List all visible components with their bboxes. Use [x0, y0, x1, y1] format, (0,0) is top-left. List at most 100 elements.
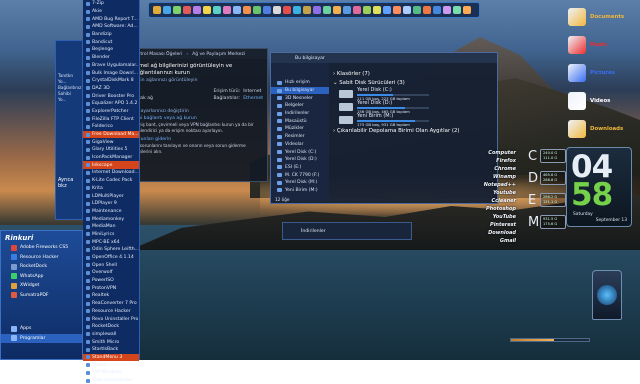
- toolbar-app-icon[interactable]: [393, 6, 401, 14]
- toolbar-app-icon[interactable]: [283, 6, 291, 14]
- program-item[interactable]: Overwolf: [83, 269, 139, 277]
- program-item[interactable]: Mediamonkey: [83, 215, 139, 223]
- toolbar-app-icon[interactable]: [453, 6, 461, 14]
- toolbar-app-icon[interactable]: [293, 6, 301, 14]
- toolbar-app-icon[interactable]: [383, 6, 391, 14]
- program-item[interactable]: PowerISO: [83, 277, 139, 285]
- program-item[interactable]: LDMultiPlayer: [83, 192, 139, 200]
- explorer-nav-item[interactable]: Videolar: [271, 141, 329, 149]
- new-connection-link[interactable]: Yeni bağlantı veya ağ kurun: [133, 115, 263, 122]
- program-item[interactable]: Bandizip: [83, 31, 139, 39]
- toolbar-app-icon[interactable]: [233, 6, 241, 14]
- program-item[interactable]: Brave Uygulamalar...: [83, 62, 139, 70]
- program-item[interactable]: Maintenance: [83, 208, 139, 216]
- toolbar-app-icon[interactable]: [223, 6, 231, 14]
- toolbar-app-icon[interactable]: [443, 6, 451, 14]
- downloads-shortcut[interactable]: Downloads: [568, 114, 638, 144]
- program-item[interactable]: StartIsBack: [83, 346, 139, 354]
- explorer-nav-item[interactable]: Yeni Birim (M:): [271, 187, 329, 195]
- pinned-item[interactable]: RocketDock: [1, 262, 82, 272]
- pinned-item[interactable]: Resource Hacker: [1, 253, 82, 263]
- toolbar-app-icon[interactable]: [153, 6, 161, 14]
- program-item[interactable]: DAZ 3D: [83, 85, 139, 93]
- troubleshoot-link[interactable]: Sorunları giderin: [133, 136, 263, 143]
- program-item[interactable]: RocketDock: [83, 323, 139, 331]
- program-item[interactable]: Driver Booster Pro: [83, 92, 139, 100]
- explorer-nav-item[interactable]: Masaüstü: [271, 117, 329, 125]
- program-item[interactable]: IconPackManager: [83, 154, 139, 162]
- toolbar-app-icon[interactable]: [353, 6, 361, 14]
- drive-item[interactable]: Yerel Disk (C:) 111 GB boş, 223 GB toplam: [339, 87, 429, 101]
- program-item[interactable]: ReaConverter 7 Pro: [83, 300, 139, 308]
- pinned-item[interactable]: Adobe Fireworks CS5: [1, 243, 82, 253]
- program-item[interactable]: Total Commander: [83, 377, 139, 384]
- launcher-item[interactable]: Ccleaner: [460, 198, 516, 206]
- program-item[interactable]: Resource Hacker: [83, 308, 139, 316]
- program-item[interactable]: AMD Software: Ad...: [83, 23, 139, 31]
- launcher-item[interactable]: Pinterest: [460, 222, 516, 230]
- toolbar-app-icon[interactable]: [363, 6, 371, 14]
- program-item[interactable]: Open Shell: [83, 261, 139, 269]
- program-item[interactable]: Blender: [83, 54, 139, 62]
- explorer-nav-item[interactable]: Indirilenler: [271, 110, 329, 118]
- explorer-nav-item[interactable]: Hızlı erişim: [271, 79, 329, 87]
- pinned-item[interactable]: SumatraPDF: [1, 291, 82, 301]
- pinned-item[interactable]: XWidget: [1, 281, 82, 291]
- removable-group[interactable]: › Çıkarılabilir Depolama Birimi Olan Ayg…: [333, 128, 493, 134]
- launcher-item[interactable]: Firefox: [460, 158, 516, 166]
- program-item[interactable]: Beşlenge: [83, 46, 139, 54]
- start-bottom-item[interactable]: Programlar: [1, 333, 82, 343]
- program-item[interactable]: StandMenu 3: [83, 353, 139, 362]
- program-item[interactable]: TAP-Windows: [83, 369, 139, 377]
- toolbar-app-icon[interactable]: [433, 6, 441, 14]
- explorer-nav-item[interactable]: Yerel Disk (C:): [271, 148, 329, 156]
- program-item[interactable]: 7-Zip: [83, 0, 139, 8]
- toolbar-app-icon[interactable]: [323, 6, 331, 14]
- toolbar-app-icon[interactable]: [333, 6, 341, 14]
- explorer-nav-item[interactable]: M. CK 7790 (F:): [271, 171, 329, 179]
- program-item[interactable]: CrystalDiskMark 8: [83, 77, 139, 85]
- program-item[interactable]: ExplorerPatcher: [83, 108, 139, 116]
- toolbar-app-icon[interactable]: [183, 6, 191, 14]
- toolbar-app-icon[interactable]: [173, 6, 181, 14]
- program-item[interactable]: LDPlayer 9: [83, 200, 139, 208]
- program-item[interactable]: simplewall: [83, 331, 139, 339]
- program-item[interactable]: GigaView: [83, 138, 139, 146]
- drives-group[interactable]: ⌄ Sabit Disk Sürücüleri (3): [333, 80, 493, 86]
- program-item[interactable]: OpenOffice 4.1.14: [83, 254, 139, 262]
- launcher-item[interactable]: Winamp: [460, 174, 516, 182]
- pinned-item[interactable]: WhatsApp: [1, 272, 82, 282]
- program-item[interactable]: Glary Utilities 5: [83, 146, 139, 154]
- volume-slider[interactable]: [510, 338, 590, 342]
- launcher-item[interactable]: Gmail: [460, 238, 516, 246]
- toolbar-app-icon[interactable]: [203, 6, 211, 14]
- toolbar-app-icon[interactable]: [163, 6, 171, 14]
- toolbar-app-icon[interactable]: [423, 6, 431, 14]
- explorer-nav-item[interactable]: Resimler: [271, 133, 329, 141]
- recycle-bin-icon[interactable]: [592, 270, 622, 320]
- program-item[interactable]: Internet Download...: [83, 169, 139, 177]
- toolbar-app-icon[interactable]: [303, 6, 311, 14]
- ethernet-link[interactable]: Ethernet: [243, 95, 263, 102]
- tab-network-center[interactable]: Ağ ve Paylaşım Merkezi: [192, 52, 245, 57]
- top-dock-toolbar[interactable]: [148, 2, 480, 18]
- program-item[interactable]: Krita: [83, 185, 139, 193]
- program-item[interactable]: MPC-BE x64: [83, 238, 139, 246]
- program-item[interactable]: FileZilla FTP Client: [83, 115, 139, 123]
- explorer-nav-item[interactable]: Belgeler: [271, 102, 329, 110]
- program-item[interactable]: AMD Bug Report T...: [83, 15, 139, 23]
- program-item[interactable]: Equalizer APO 1.4.2: [83, 100, 139, 108]
- explorer-nav-item[interactable]: Bu bilgisayar: [271, 86, 329, 95]
- launcher-item[interactable]: Download: [460, 230, 516, 238]
- toolbar-app-icon[interactable]: [373, 6, 381, 14]
- explorer-nav-item[interactable]: 3D Nesneler: [271, 94, 329, 102]
- program-item[interactable]: Inkscape: [83, 161, 139, 170]
- program-item[interactable]: Bulk Image Downl...: [83, 69, 139, 77]
- toolbar-app-icon[interactable]: [263, 6, 271, 14]
- program-item[interactable]: Folderico: [83, 123, 139, 131]
- launcher-item[interactable]: Photoshop: [460, 206, 516, 214]
- videos-shortcut[interactable]: Videos: [568, 86, 638, 116]
- program-item[interactable]: Bandicut: [83, 38, 139, 46]
- folders-group[interactable]: › Klasörler (7): [333, 71, 493, 77]
- program-item[interactable]: Akie: [83, 8, 139, 16]
